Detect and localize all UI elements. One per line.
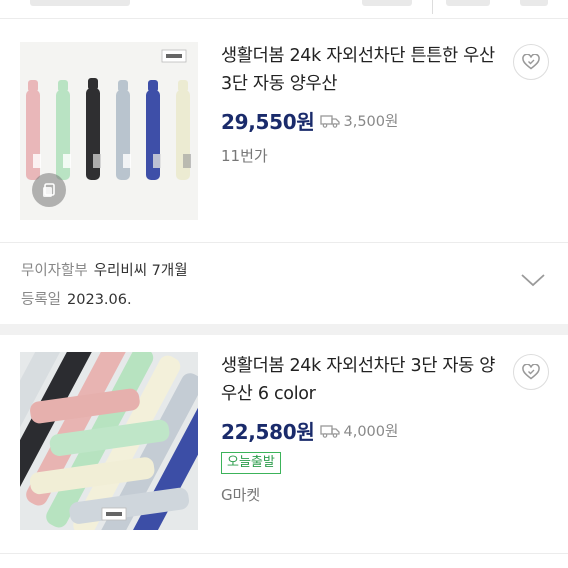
mall-name[interactable]: 11번가 bbox=[221, 145, 268, 166]
shipping-fee: 3,500원 bbox=[320, 110, 398, 131]
product-card[interactable]: 생활더봄 24k 자외선차단 튼튼한 우산 3단 자동 양우산 29,550원 … bbox=[0, 26, 568, 242]
section-divider bbox=[0, 324, 568, 335]
product-price: 29,550원 bbox=[221, 110, 315, 134]
filter-option-partial[interactable] bbox=[362, 0, 412, 6]
registered-value: 2023.06. bbox=[67, 292, 132, 308]
shipping-fee-value: 4,000원 bbox=[343, 424, 399, 440]
favorite-button[interactable] bbox=[513, 354, 549, 390]
installment-value: 우리비씨 7개월 bbox=[93, 263, 188, 279]
product-title[interactable]: 생활더봄 24k 자외선차단 3단 자동 양우산 6 color bbox=[221, 352, 501, 408]
sort-option-partial[interactable] bbox=[30, 0, 130, 6]
mall-name[interactable]: G마켓 bbox=[221, 484, 260, 505]
product-card[interactable]: 생활더봄 24k 자외선차단 3단 자동 양우산 6 color 22,580원… bbox=[0, 335, 568, 560]
registered-label: 등록일 bbox=[21, 292, 62, 308]
heart-icon bbox=[522, 364, 540, 380]
seller-info-panel[interactable]: 무이자할부 우리비씨 7개월 등록일 2023.06. bbox=[0, 242, 568, 324]
installment-row: 무이자할부 우리비씨 7개월 bbox=[21, 259, 188, 280]
top-toolbar-partial bbox=[0, 0, 568, 18]
installment-label: 무이자할부 bbox=[21, 263, 88, 279]
copy-icon[interactable] bbox=[32, 173, 66, 207]
favorite-button[interactable] bbox=[513, 44, 549, 80]
umbrella-pile-image[interactable] bbox=[20, 352, 198, 530]
view-toggle-partial[interactable] bbox=[446, 0, 490, 6]
toolbar-border bbox=[0, 18, 568, 19]
truck-icon bbox=[320, 114, 341, 128]
product-title[interactable]: 생활더봄 24k 자외선차단 튼튼한 우산 3단 자동 양우산 bbox=[221, 42, 501, 98]
shipping-fee-value: 3,500원 bbox=[343, 114, 399, 130]
shipping-fee: 4,000원 bbox=[320, 420, 398, 441]
heart-icon bbox=[522, 54, 540, 70]
registered-row: 등록일 2023.06. bbox=[21, 288, 132, 309]
list-view-icon[interactable] bbox=[520, 0, 548, 6]
card-separator bbox=[0, 553, 568, 554]
toolbar-divider bbox=[432, 0, 433, 14]
price-row: 22,580원 4,000원 bbox=[221, 416, 398, 445]
product-price: 22,580원 bbox=[221, 420, 315, 444]
chevron-down-icon[interactable] bbox=[520, 272, 546, 292]
truck-icon bbox=[320, 424, 341, 438]
today-shipping-badge: 오늘출발 bbox=[221, 452, 281, 474]
price-row: 29,550원 3,500원 bbox=[221, 106, 398, 135]
